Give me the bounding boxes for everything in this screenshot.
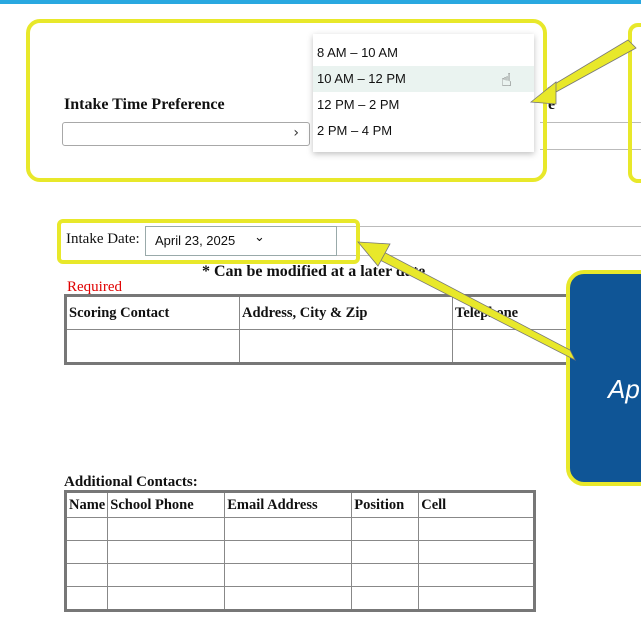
table-cell[interactable] <box>418 540 536 564</box>
intake-time-label-tail: e <box>548 96 556 113</box>
table-cell[interactable] <box>351 517 420 541</box>
additional-contacts-table: Name School Phone Email Address Position… <box>64 490 537 612</box>
intake-date-field-extension <box>337 226 641 256</box>
column-header: Email Address <box>224 491 353 518</box>
table-cell[interactable] <box>107 586 226 611</box>
table-cell[interactable] <box>65 329 240 364</box>
table-cell[interactable] <box>351 563 420 587</box>
column-header: School Phone <box>107 491 226 518</box>
table-cell[interactable] <box>418 586 536 611</box>
intake-time-highlight <box>26 19 547 182</box>
right-callout-box <box>628 23 641 183</box>
tooltip-callout-text: Ap <box>608 374 640 404</box>
tooltip-callout: Ap <box>566 270 641 486</box>
table-cell[interactable] <box>107 563 226 587</box>
table-cell[interactable] <box>64 563 109 587</box>
column-header: Position <box>351 491 420 518</box>
table-row <box>64 540 536 564</box>
table-cell[interactable] <box>224 586 353 611</box>
adjacent-field <box>540 122 641 150</box>
column-header: Cell <box>418 491 536 518</box>
table-row <box>64 563 536 587</box>
column-header: Scoring Contact <box>65 295 240 330</box>
table-row <box>64 517 536 541</box>
table-cell[interactable] <box>418 517 536 541</box>
table-row <box>64 586 536 611</box>
additional-contacts-label: Additional Contacts: <box>64 474 198 490</box>
arrow-to-dropdown <box>544 39 637 99</box>
table-cell[interactable] <box>64 586 109 611</box>
table-cell[interactable] <box>224 517 353 541</box>
table-cell[interactable] <box>239 329 453 364</box>
scoring-contact-table: Scoring Contact Address, City & Zip Tele… <box>64 294 620 365</box>
top-accent-bar <box>0 0 641 4</box>
table-cell[interactable] <box>107 540 226 564</box>
table-cell[interactable] <box>64 517 109 541</box>
table-cell[interactable] <box>224 563 353 587</box>
table-cell[interactable] <box>107 517 226 541</box>
column-header: Name <box>64 491 109 518</box>
table-row <box>65 329 619 364</box>
table-cell[interactable] <box>224 540 353 564</box>
table-cell[interactable] <box>64 540 109 564</box>
modification-note: * Can be modified at a later date <box>202 263 426 280</box>
table-cell[interactable] <box>351 540 420 564</box>
column-header: Address, City & Zip <box>239 295 453 330</box>
table-cell[interactable] <box>418 563 536 587</box>
intake-date-highlight <box>57 219 360 264</box>
table-cell[interactable] <box>351 586 420 611</box>
